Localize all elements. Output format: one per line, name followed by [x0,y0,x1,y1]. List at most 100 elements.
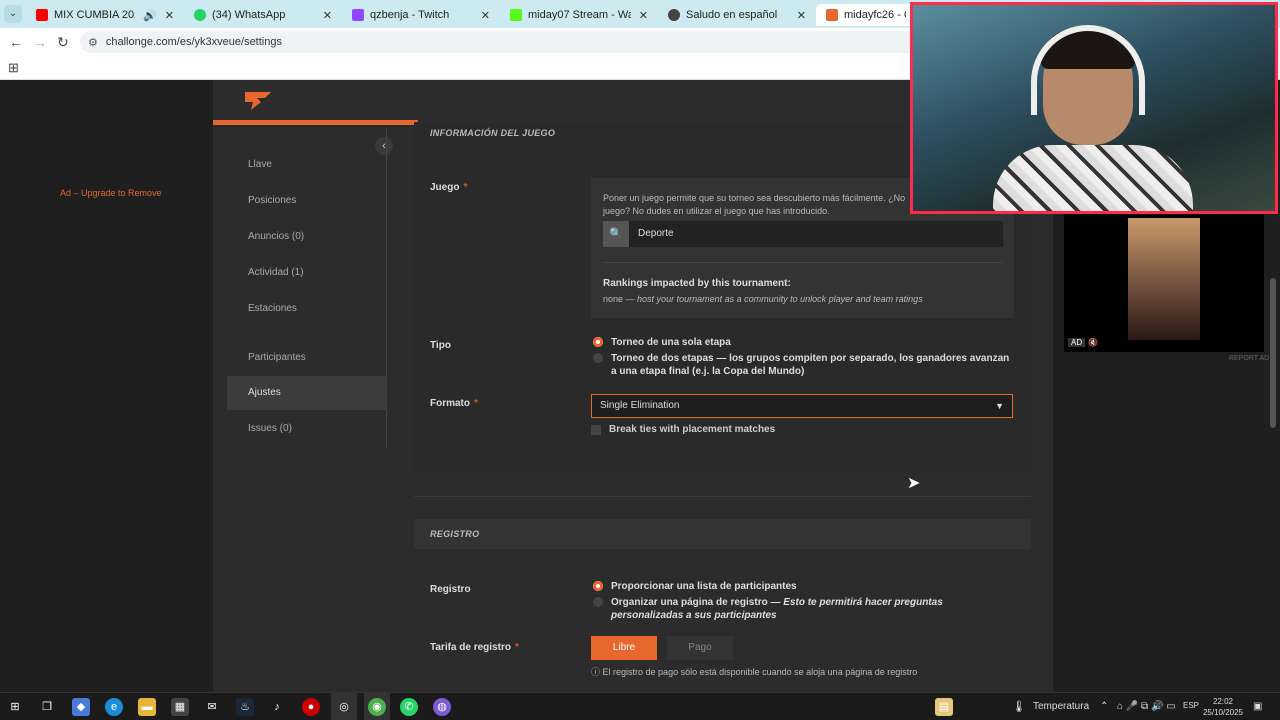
apps-grid-icon[interactable]: ⊞ [8,60,19,76]
radio-selected-icon [593,337,603,347]
radio-selected-icon [593,581,603,591]
site-info-icon[interactable]: ⚙ [88,36,98,49]
browser-tab[interactable]: (34) WhatsApp ✕ [184,4,342,26]
close-icon[interactable]: ✕ [165,9,174,22]
edge-icon[interactable]: e [105,698,123,716]
webcam-overlay [910,2,1278,214]
notification-icon[interactable]: ▣ [1253,701,1262,712]
sidebar-item-anuncios[interactable]: Anuncios (0) [227,220,387,254]
task-view-icon[interactable]: ❐ [38,698,56,716]
game-value: Deporte [638,228,674,239]
steam-icon[interactable]: ♨ [236,698,254,716]
sidebar-item-issues[interactable]: Issues (0) [227,412,387,446]
url-field[interactable]: ⚙ challonge.com/es/yk3xveue/settings [80,31,920,53]
weather-label[interactable]: Temperatura [1033,701,1089,712]
browser-tab[interactable]: MIX CUMBIA 2025 | Engancha 🔊 ✕ [26,4,184,26]
section-header: INFORMACIÓN DEL JUEGO [430,128,556,138]
url-text: challonge.com/es/yk3xveue/settings [105,36,282,48]
obs-icon[interactable]: ◍ [433,698,451,716]
fee-note: ⓘ El registro de pago sólo está disponib… [591,667,918,677]
mute-icon[interactable]: 🔇 [1088,338,1098,347]
sidebar-item-estaciones[interactable]: Estaciones [227,292,387,326]
radio-unselected-icon [593,353,603,363]
copilot-icon[interactable]: ◆ [72,698,90,716]
type-two-stage-radio[interactable]: Torneo de dos etapas — los grupos compit… [593,352,1013,378]
registration-label: Registro [430,584,471,595]
tiktok-icon[interactable]: ♪ [268,698,286,716]
sidebar-item-actividad[interactable]: Actividad (1) [227,256,387,290]
caret-down-icon: ▼ [995,401,1004,411]
speaker-icon[interactable]: 🔊 [143,9,157,22]
forward-icon[interactable]: → [33,34,47,50]
close-icon[interactable]: ✕ [323,9,332,22]
sidebar-item-llave[interactable]: Llave [227,148,387,182]
page-scrollbar[interactable] [1270,278,1276,428]
mail-icon[interactable]: ✉ [203,698,221,716]
browser-tab-active[interactable]: midayfc26 - Challon [816,4,916,26]
ad-thumbnail [1128,218,1200,340]
assistant-icon [668,9,680,21]
tab-search-icon[interactable]: ⌄ [4,5,22,23]
tab-label: qzbenja - Twitch [370,9,450,21]
info-icon: ⓘ [591,667,601,677]
tab-label: Saludo en español [686,9,778,21]
chevron-up-icon[interactable]: ⌃ [1100,701,1108,712]
format-label: Formato * [430,398,478,409]
back-icon[interactable]: ← [9,34,23,50]
windows-start-icon[interactable]: ⊞ [6,698,24,716]
kick-icon [510,9,522,21]
sidebar-item-posiciones[interactable]: Posiciones [227,184,387,218]
fee-paid-button[interactable]: Pago [667,636,733,660]
file-explorer-icon[interactable]: ▬ [138,698,156,716]
thermometer-icon: 🌡 [1012,701,1026,713]
registration-header-bar: REGISTRO [414,519,1031,549]
mouse-cursor-icon: ➤ [907,475,921,492]
challonge-logo-icon[interactable] [241,88,275,112]
reload-icon[interactable]: ↻ [57,34,69,51]
game-label: Juego * [430,182,468,193]
whatsapp-icon [194,9,206,21]
twitch-icon [352,9,364,21]
close-icon[interactable]: ✕ [639,9,648,22]
tab-label: (34) WhatsApp [212,9,286,21]
video-ad[interactable]: AD 🔇 [1064,214,1264,352]
tray-icons[interactable]: ⌂ 🎤 ⧉ 🔊 ▭ [1117,701,1176,712]
language-indicator[interactable]: ESP [1183,701,1199,710]
section-header: REGISTRO [430,529,480,539]
tab-label: midayfc26 - Challon [844,9,906,21]
store-icon[interactable]: ▦ [171,698,189,716]
chrome-icon[interactable]: ◉ [368,698,386,716]
headset-icon [1031,25,1145,115]
search-icon[interactable]: 🔍 [603,221,629,247]
tab-label: miday07 Stream - Watch Live o [528,9,631,21]
type-label: Tipo [430,340,451,351]
browser-tab[interactable]: qzbenja - Twitch ✕ [342,4,500,26]
app-icon[interactable]: ◎ [335,698,353,716]
reg-participant-list-radio[interactable]: Proporcionar una lista de participantes [593,580,1013,593]
type-single-stage-radio[interactable]: Torneo de una sola etapa [593,336,1013,349]
sidebar-item-participantes[interactable]: Participantes [227,341,387,375]
fee-free-button[interactable]: Libre [591,636,657,660]
report-ad-link[interactable]: REPORT AD [1229,355,1269,362]
whatsapp-icon[interactable]: ✆ [400,698,418,716]
app-red-icon[interactable]: ● [302,698,320,716]
game-help-text: Poner un juego permite que su torneo sea… [603,193,906,216]
break-ties-checkbox[interactable]: Break ties with placement matches [591,424,775,435]
sidebar-item-ajustes[interactable]: Ajustes [227,376,387,410]
notes-icon[interactable]: ▤ [935,698,953,716]
divider [603,262,1003,263]
system-clock[interactable]: 22:02 25/10/2025 [1200,696,1246,718]
checkbox-icon [591,424,601,435]
youtube-icon [36,9,48,21]
radio-unselected-icon [593,597,603,607]
close-icon[interactable]: ✕ [797,9,806,22]
section-accent-bar [213,120,418,125]
game-search-field[interactable]: 🔍 Deporte [603,221,1003,247]
settings-sidebar: Llave Posiciones Anuncios (0) Actividad … [227,128,387,448]
browser-tab[interactable]: miday07 Stream - Watch Live o ✕ [500,4,658,26]
close-icon[interactable]: ✕ [481,9,490,22]
format-select[interactable]: Single Elimination ▼ [591,394,1013,418]
browser-tab[interactable]: Saludo en español ✕ [658,4,816,26]
reg-signup-page-radio[interactable]: Organizar una página de registro — Esto … [593,596,1013,622]
upgrade-ad-link[interactable]: Ad – Upgrade to Remove [60,188,162,198]
